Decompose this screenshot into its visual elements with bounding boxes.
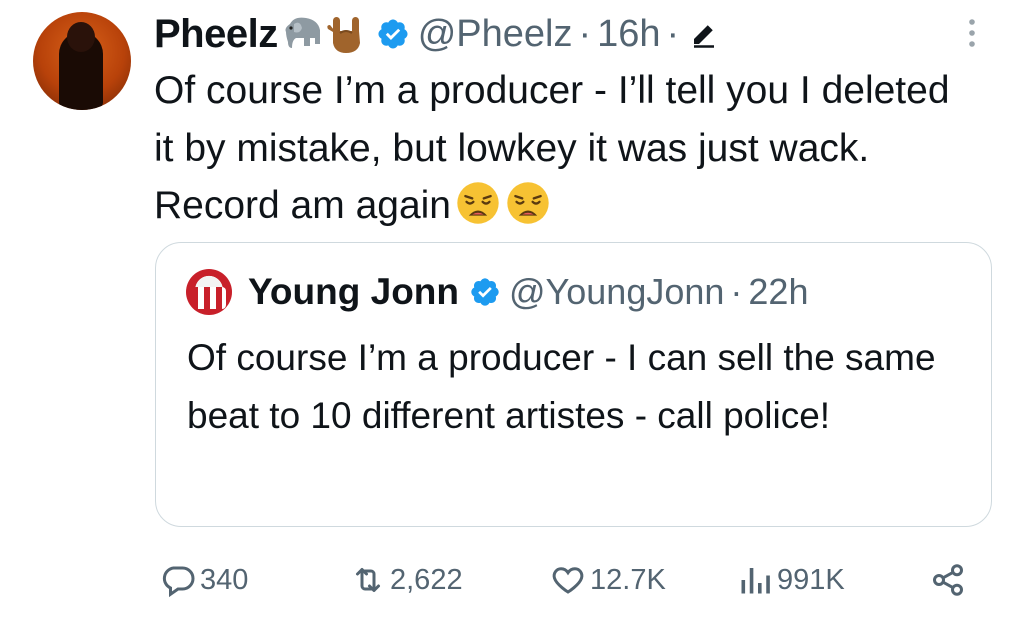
views-chart-icon (741, 568, 770, 594)
tweet-header: Pheelz @Pheelz · 16h · (154, 6, 719, 62)
tweet-timestamp[interactable]: 16h (597, 13, 660, 56)
author-name[interactable]: Pheelz (154, 12, 278, 57)
quoted-tweet-text: Of course I’m a producer - I can sell th… (187, 337, 936, 436)
quoted-author-name[interactable]: Young Jonn (248, 271, 459, 313)
quoted-author-avatar[interactable] (186, 269, 232, 315)
repost-button[interactable]: 2,622 (350, 550, 463, 610)
author-avatar[interactable] (33, 12, 131, 110)
name-emojis (280, 13, 368, 55)
like-button[interactable]: 12.7K (550, 550, 666, 610)
views-count: 991K (777, 563, 845, 596)
share-icon (933, 564, 963, 596)
header-separator: · (578, 12, 592, 55)
verified-badge-icon (378, 19, 408, 49)
share-button[interactable] (930, 550, 966, 610)
tweet-text: Of course I’m a producer - I’ll tell you… (154, 62, 974, 235)
tweet-action-bar: 340 2,622 12.7K 991K (0, 550, 1024, 610)
quoted-header-separator: · (730, 271, 743, 312)
reply-icon (162, 566, 195, 598)
love-you-gesture-emoji-icon (327, 17, 360, 53)
edited-pencil-icon[interactable] (689, 19, 719, 49)
quoted-author-handle[interactable]: @YoungJonn (509, 271, 724, 313)
author-handle[interactable]: @Pheelz (418, 13, 573, 56)
quoted-tweet-card[interactable]: Young Jonn @YoungJonn · 22h Of course I’… (155, 242, 992, 527)
verified-badge-icon (471, 278, 499, 306)
views-button[interactable]: 991K (737, 550, 845, 610)
like-heart-icon (552, 567, 584, 594)
quoted-tweet-header: Young Jonn @YoungJonn · 22h (248, 267, 808, 317)
more-options-icon[interactable] (960, 14, 984, 54)
elephant-emoji-icon (285, 17, 320, 48)
weary-face-emoji-icon (507, 182, 549, 224)
like-count: 12.7K (590, 563, 666, 596)
tweet-body: Of course I’m a producer - I’ll tell you… (154, 69, 950, 227)
quoted-tweet-timestamp[interactable]: 22h (748, 271, 808, 313)
avatar-shirt (192, 287, 226, 309)
reply-count: 340 (200, 563, 249, 596)
header-separator-2: · (666, 12, 680, 55)
repost-icon (356, 568, 380, 592)
weary-face-emoji-icon (457, 182, 499, 224)
repost-count: 2,622 (390, 563, 463, 596)
reply-button[interactable]: 340 (160, 550, 248, 610)
avatar-head (67, 22, 95, 52)
